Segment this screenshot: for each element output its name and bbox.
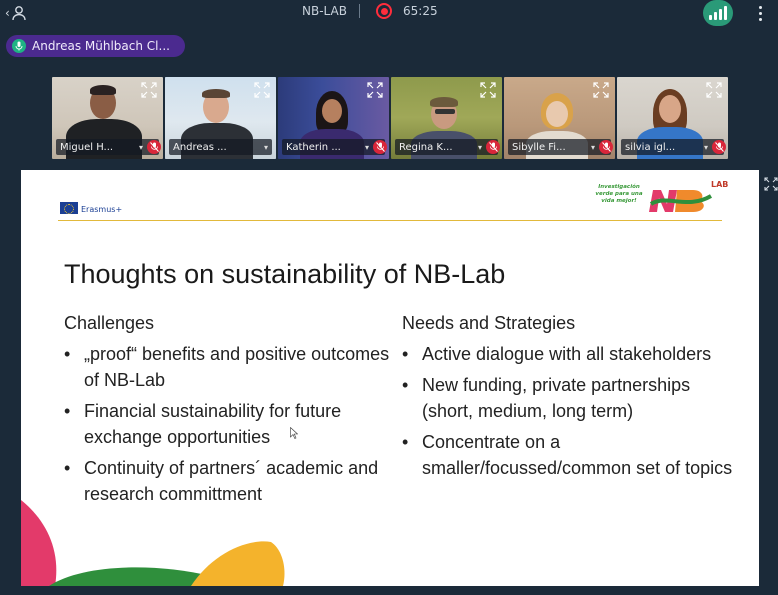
strategies-column: Needs and Strategies Active dialogue wit…	[402, 313, 742, 486]
nb-lab-logo: Investigación verde para una vida mejor!…	[593, 180, 728, 216]
expand-icon[interactable]	[254, 82, 270, 98]
participant-name: Regina K...	[399, 141, 453, 153]
bottom-bar	[0, 586, 778, 595]
participant-tile[interactable]: Sibylle Fi... ▾	[504, 77, 615, 159]
chevron-down-icon[interactable]: ▾	[478, 143, 482, 152]
expand-icon[interactable]	[367, 82, 383, 98]
list-item: Continuity of partners´ academic and res…	[64, 455, 394, 507]
back-icon: ‹	[5, 6, 10, 20]
participant-name: silvia igl...	[625, 141, 676, 153]
tile-footer: silvia igl... ▾	[621, 139, 726, 155]
mic-muted-icon	[712, 140, 726, 154]
expand-icon[interactable]	[706, 82, 722, 98]
chevron-down-icon[interactable]: ▾	[264, 143, 268, 152]
participant-tile[interactable]: Katherin ... ▾	[278, 77, 389, 159]
mic-icon	[12, 39, 26, 53]
tile-footer: Regina K... ▾	[395, 139, 500, 155]
list-item: Concentrate on a smaller/focussed/common…	[402, 429, 742, 481]
list-item: „proof“ benefits and positive outcomes o…	[64, 341, 394, 393]
mic-muted-icon	[486, 140, 500, 154]
list-item: Financial sustainability for future exch…	[64, 398, 394, 450]
chevron-down-icon[interactable]: ▾	[704, 143, 708, 152]
participant-tile[interactable]: silvia igl... ▾	[617, 77, 728, 159]
logo-lab-text: LAB	[711, 180, 729, 189]
back-button[interactable]: ‹	[5, 3, 31, 23]
nb-logo-mark	[649, 190, 713, 212]
expand-icon[interactable]	[593, 82, 609, 98]
tile-footer: Katherin ... ▾	[282, 139, 387, 155]
header-rule	[58, 220, 722, 221]
mouse-cursor-icon	[290, 427, 298, 439]
chevron-down-icon[interactable]: ▾	[365, 143, 369, 152]
column-heading: Challenges	[64, 313, 155, 333]
mic-muted-icon	[599, 140, 613, 154]
active-speaker-chip: Andreas Mühlbach Cl...	[6, 35, 185, 57]
participant-name: Andreas ...	[173, 141, 227, 153]
chevron-down-icon[interactable]: ▾	[139, 143, 143, 152]
chevron-down-icon[interactable]: ▾	[591, 143, 595, 152]
meeting-title: NB-LAB	[302, 4, 347, 18]
tile-footer: Sibylle Fi... ▾	[508, 139, 613, 155]
participant-tile[interactable]: Regina K... ▾	[391, 77, 502, 159]
slide-title: Thoughts on sustainability of NB-Lab	[64, 259, 506, 289]
participant-tile-active[interactable]: Andreas ... ▾	[165, 77, 276, 159]
bullet-list: Active dialogue with all stakeholders Ne…	[402, 341, 742, 481]
signal-icon[interactable]	[703, 0, 733, 26]
tile-footer: Andreas ... ▾	[169, 139, 272, 155]
bullet-list: „proof“ benefits and positive outcomes o…	[64, 341, 394, 507]
person-icon	[12, 6, 26, 21]
record-icon[interactable]	[376, 3, 392, 19]
tile-footer: Miguel H... ▾	[56, 139, 161, 155]
list-item: New funding, private partnerships (short…	[402, 372, 742, 424]
expand-icon[interactable]	[141, 82, 157, 98]
top-bar: ‹ NB-LAB 65:25	[0, 0, 778, 28]
participant-name: Miguel H...	[60, 141, 114, 153]
program-label: Erasmus+	[81, 205, 123, 214]
expand-icon[interactable]	[480, 82, 496, 98]
more-options-button[interactable]	[753, 2, 767, 24]
recording-time: 65:25	[403, 4, 438, 18]
participant-name: Sibylle Fi...	[512, 141, 566, 153]
eu-flag-icon	[60, 202, 78, 214]
list-item: Active dialogue with all stakeholders	[402, 341, 742, 367]
logo-slogan: Investigación verde para una vida mejor!	[595, 184, 643, 204]
challenges-column: Challenges „proof“ benefits and positive…	[64, 313, 394, 512]
mic-muted-icon	[147, 140, 161, 154]
active-speaker-name: Andreas Mühlbach Cl...	[32, 39, 170, 53]
expand-icon[interactable]	[764, 177, 778, 191]
column-heading: Needs and Strategies	[402, 313, 576, 333]
participant-name: Katherin ...	[286, 141, 341, 153]
shared-slide: Erasmus+ Investigación verde para una vi…	[21, 170, 759, 586]
participant-tile[interactable]: Miguel H... ▾	[52, 77, 163, 159]
mic-muted-icon	[373, 140, 387, 154]
divider	[359, 4, 360, 18]
